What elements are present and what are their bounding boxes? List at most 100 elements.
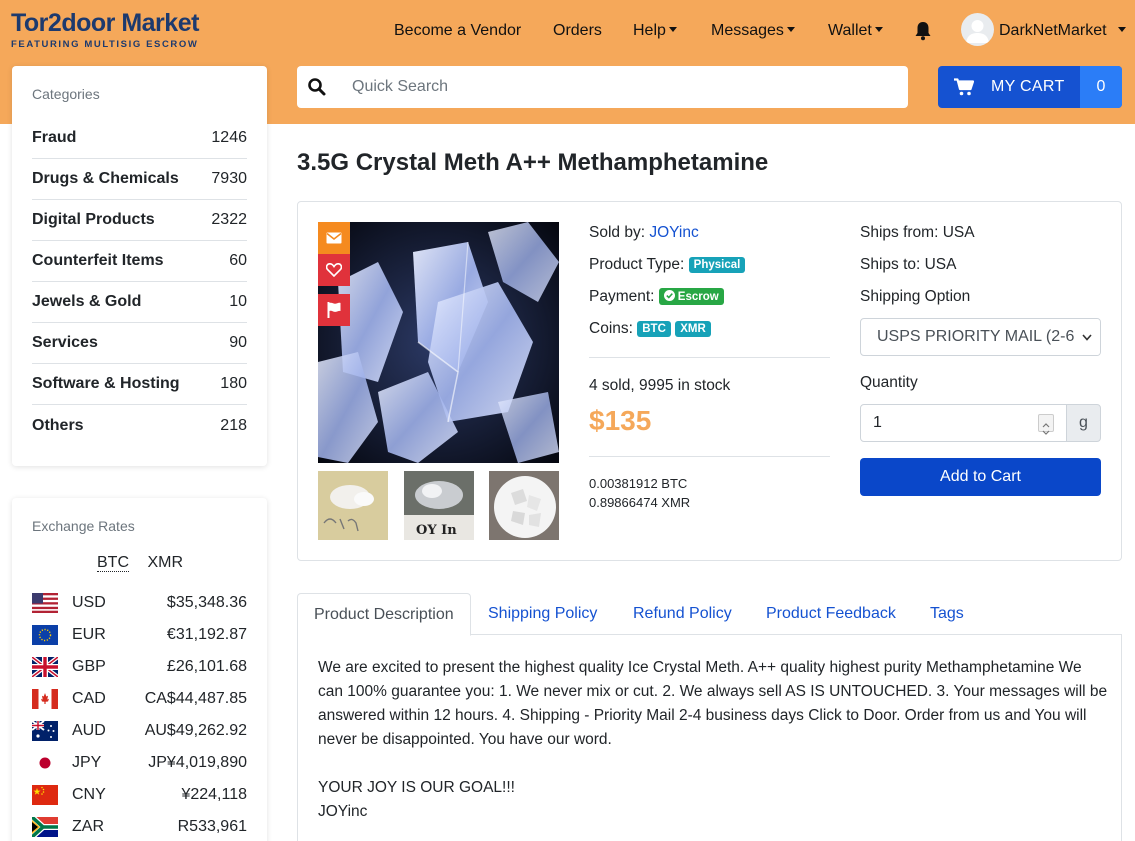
coins: Coins: BTC XMR bbox=[589, 320, 711, 338]
category-count: 60 bbox=[229, 252, 247, 269]
quantity-stepper[interactable]: 1 bbox=[860, 404, 1067, 442]
message-vendor-button[interactable] bbox=[318, 222, 350, 254]
currency-code: GBP bbox=[72, 658, 106, 675]
rate-row-cad: CAD CA$44,487.85 bbox=[32, 687, 247, 711]
nav-become-vendor[interactable]: Become a Vendor bbox=[394, 19, 521, 43]
category-name: Jewels & Gold bbox=[32, 293, 142, 310]
bell-icon[interactable] bbox=[914, 21, 932, 41]
search-icon[interactable] bbox=[307, 77, 327, 97]
report-button[interactable] bbox=[318, 294, 350, 326]
shipping-option-label: Shipping Option bbox=[860, 288, 971, 305]
tab-tags[interactable]: Tags bbox=[930, 593, 964, 635]
avatar[interactable] bbox=[961, 13, 994, 46]
category-item[interactable]: Jewels & Gold 10 bbox=[32, 282, 247, 323]
tab-xmr[interactable]: XMR bbox=[147, 554, 183, 571]
currency-tabs: BTC XMR bbox=[97, 554, 197, 572]
currency-code: ZAR bbox=[72, 818, 104, 835]
currency-code: AUD bbox=[72, 722, 106, 739]
price-xmr: 0.89866474 XMR bbox=[589, 495, 691, 510]
nav-wallet-label: Wallet bbox=[828, 22, 872, 39]
product-thumbnail[interactable] bbox=[318, 471, 388, 540]
australia-flag-icon bbox=[32, 721, 58, 741]
product-main-image[interactable] bbox=[318, 222, 559, 463]
nav-orders[interactable]: Orders bbox=[553, 19, 602, 43]
vendor-link[interactable]: JOYinc bbox=[649, 224, 698, 241]
category-item[interactable]: Digital Products 2322 bbox=[32, 200, 247, 241]
payment-value: Escrow bbox=[677, 291, 719, 303]
shipping-option-select[interactable]: USPS PRIORITY MAIL (2-6 d bbox=[860, 318, 1101, 356]
currency-value: AU$49,262.92 bbox=[144, 722, 247, 739]
product-tabs: Product Description Shipping Policy Refu… bbox=[297, 593, 1122, 636]
thumbnail-image bbox=[318, 471, 388, 540]
tab-shipping-policy[interactable]: Shipping Policy bbox=[488, 593, 597, 635]
username: DarkNetMarket bbox=[999, 22, 1107, 39]
product-thumbnail[interactable]: OY In bbox=[404, 471, 474, 540]
product-type: Product Type: Physical bbox=[589, 256, 746, 274]
cart-count: 0 bbox=[1080, 66, 1122, 108]
envelope-icon bbox=[326, 232, 342, 244]
currency-value: CA$44,487.85 bbox=[144, 690, 247, 707]
payment-label: Payment: bbox=[589, 288, 655, 305]
favorite-button[interactable] bbox=[318, 254, 350, 286]
currency-value: €31,192.87 bbox=[166, 626, 247, 643]
search-input[interactable] bbox=[341, 66, 901, 108]
china-flag-icon bbox=[32, 785, 58, 805]
category-name: Counterfeit Items bbox=[32, 252, 164, 269]
logo-text: Tor2door bbox=[11, 9, 115, 37]
user-menu[interactable]: DarkNetMarket bbox=[999, 19, 1127, 43]
description-signature: JOYinc bbox=[318, 803, 368, 820]
tab-product-description[interactable]: Product Description bbox=[297, 593, 471, 636]
thumbnail-image bbox=[489, 471, 559, 540]
category-name: Digital Products bbox=[32, 211, 155, 228]
currency-code: CNY bbox=[72, 786, 106, 803]
category-item[interactable]: Others 218 bbox=[32, 405, 247, 446]
category-item[interactable]: Drugs & Chemicals 7930 bbox=[32, 159, 247, 200]
divider bbox=[589, 357, 830, 358]
category-count: 1246 bbox=[211, 129, 247, 146]
tab-product-feedback[interactable]: Product Feedback bbox=[766, 593, 896, 635]
currency-value: ¥224,118 bbox=[181, 786, 247, 803]
rate-row-jpy: JPY JP¥4,019,890 bbox=[32, 751, 247, 775]
nav-help[interactable]: Help bbox=[633, 19, 677, 43]
eu-flag-icon bbox=[32, 625, 58, 645]
rate-row-gbp: GBP £26,101.68 bbox=[32, 655, 247, 679]
product-thumbnail[interactable] bbox=[489, 471, 559, 540]
sold-by: Sold by: JOYinc bbox=[589, 224, 699, 242]
currency-code: EUR bbox=[72, 626, 106, 643]
exchange-rates-title: Exchange Rates bbox=[32, 518, 135, 534]
nav-messages[interactable]: Messages bbox=[711, 19, 795, 43]
category-item[interactable]: Fraud 1246 bbox=[32, 118, 247, 159]
category-item[interactable]: Counterfeit Items 60 bbox=[32, 241, 247, 282]
category-list: Fraud 1246 Drugs & Chemicals 7930 Digital Pr… bbox=[32, 118, 247, 446]
category-count: 90 bbox=[229, 334, 247, 351]
category-count: 7930 bbox=[211, 170, 247, 187]
category-name: Services bbox=[32, 334, 98, 351]
chevron-down-icon bbox=[1118, 27, 1127, 32]
nav-wallet[interactable]: Wallet bbox=[828, 19, 883, 43]
payment: Payment: Escrow bbox=[589, 288, 724, 306]
site-logo[interactable]: Tor2door Market FEATURING MULTISIG ESCRO… bbox=[11, 9, 216, 51]
us-flag-icon bbox=[32, 593, 58, 613]
description-paragraph: We are excited to present the highest qu… bbox=[318, 659, 1108, 748]
chevron-down-icon bbox=[874, 27, 883, 32]
chevron-down-icon bbox=[668, 27, 677, 32]
stock-info: 4 sold, 9995 in stock bbox=[589, 377, 731, 394]
cart-label: MY CART bbox=[991, 78, 1065, 95]
currency-code: USD bbox=[72, 594, 106, 611]
add-to-cart-button[interactable]: Add to Cart bbox=[860, 458, 1101, 496]
tab-refund-policy[interactable]: Refund Policy bbox=[633, 593, 732, 635]
nav-messages-label: Messages bbox=[711, 22, 784, 39]
category-item[interactable]: Services 90 bbox=[32, 323, 247, 364]
currency-value: JP¥4,019,890 bbox=[148, 754, 247, 771]
check-circle-icon bbox=[663, 290, 675, 301]
category-count: 180 bbox=[220, 375, 247, 392]
my-cart-button[interactable]: MY CART 0 bbox=[938, 66, 1122, 108]
currency-code: JPY bbox=[72, 754, 102, 771]
category-name: Others bbox=[32, 416, 84, 434]
tab-btc[interactable]: BTC bbox=[97, 554, 129, 572]
currency-value: R533,961 bbox=[177, 818, 247, 835]
quantity-unit: g bbox=[1066, 404, 1101, 442]
spinner-icon[interactable] bbox=[1038, 414, 1054, 435]
shipping-option-value: USPS PRIORITY MAIL (2-6 d bbox=[877, 328, 1088, 345]
category-item[interactable]: Software & Hosting 180 bbox=[32, 364, 247, 405]
